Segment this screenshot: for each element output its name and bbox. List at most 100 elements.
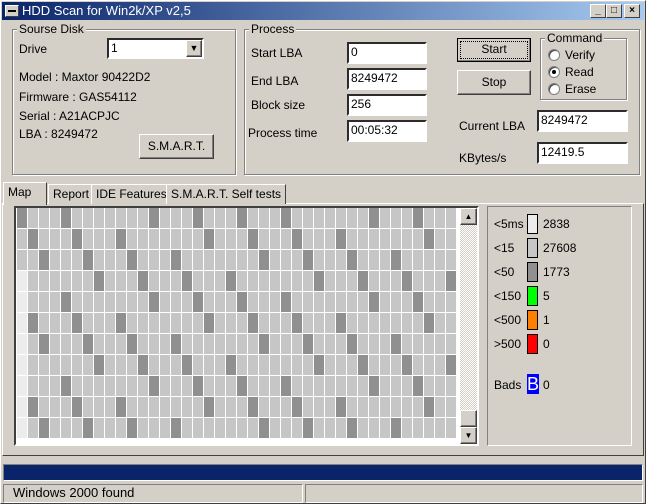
chevron-down-icon[interactable]: ▼ — [186, 40, 202, 57]
map-block — [446, 271, 456, 291]
map-block — [39, 292, 49, 312]
map-block — [127, 376, 137, 396]
map-block — [17, 271, 27, 291]
map-block — [314, 229, 324, 249]
map-block — [314, 334, 324, 354]
radio-button[interactable] — [548, 83, 560, 95]
map-block — [303, 313, 313, 333]
map-block — [204, 376, 214, 396]
radio-button[interactable] — [548, 49, 560, 61]
kbytes-field: 12419.5 — [537, 142, 628, 164]
map-block — [259, 292, 269, 312]
close-button[interactable]: × — [624, 4, 640, 18]
map-block — [435, 334, 445, 354]
map-block — [193, 355, 203, 375]
map-block — [182, 229, 192, 249]
map-block — [116, 313, 126, 333]
map-block — [369, 250, 379, 270]
tab-report[interactable]: Report — [48, 184, 95, 204]
map-block — [347, 355, 357, 375]
minimize-button[interactable]: _ — [590, 4, 606, 18]
map-block — [303, 250, 313, 270]
end-lba-input[interactable]: 8249472 — [347, 68, 427, 90]
map-block — [215, 292, 225, 312]
map-block — [171, 208, 181, 228]
smart-button[interactable]: S.M.A.R.T. — [139, 134, 214, 159]
map-block — [347, 334, 357, 354]
map-block — [292, 250, 302, 270]
map-block — [237, 418, 247, 438]
block-size-input[interactable]: 256 — [347, 94, 427, 116]
map-block — [424, 355, 434, 375]
map-block — [303, 292, 313, 312]
bads-count: 0 — [543, 378, 550, 392]
map-block — [105, 208, 115, 228]
scroll-down-icon[interactable]: ▼ — [460, 427, 477, 444]
title-bar: HDD Scan for Win2k/XP v2,5 — [2, 2, 644, 20]
tab-smart-self-tests[interactable]: S.M.A.R.T. Self tests — [166, 184, 287, 204]
maximize-button[interactable]: □ — [606, 4, 622, 18]
map-block — [138, 397, 148, 417]
map-block — [127, 250, 137, 270]
map-block — [160, 334, 170, 354]
radio-button[interactable] — [548, 66, 560, 78]
map-block — [138, 208, 148, 228]
radio-label: Read — [565, 65, 594, 79]
map-block — [314, 418, 324, 438]
start-button[interactable]: Start — [457, 38, 531, 62]
map-block — [391, 271, 401, 291]
map-block — [325, 313, 335, 333]
map-block — [402, 208, 412, 228]
map-block — [72, 334, 82, 354]
map-block — [336, 313, 346, 333]
lba-text: LBA : 8249472 — [19, 127, 98, 141]
map-block — [435, 376, 445, 396]
legend-swatch — [527, 286, 538, 306]
legend-count: 0 — [543, 337, 550, 351]
map-block — [116, 355, 126, 375]
map-block — [226, 334, 236, 354]
map-block — [325, 250, 335, 270]
map-block — [105, 292, 115, 312]
map-block — [83, 334, 93, 354]
system-menu-icon[interactable] — [5, 5, 19, 17]
scroll-thumb[interactable] — [460, 410, 477, 427]
tab-map[interactable]: Map — [3, 182, 47, 205]
scroll-up-icon[interactable]: ▲ — [460, 208, 477, 225]
map-block — [402, 313, 412, 333]
map-block — [424, 250, 434, 270]
map-block — [39, 376, 49, 396]
vertical-scrollbar[interactable]: ▲ ▼ — [460, 208, 477, 444]
map-block — [380, 418, 390, 438]
legend-label: >500 — [494, 337, 522, 351]
map-block — [83, 271, 93, 291]
map-block — [391, 334, 401, 354]
map-block — [149, 250, 159, 270]
map-block — [39, 313, 49, 333]
map-block — [94, 271, 104, 291]
map-block — [292, 355, 302, 375]
map-block — [127, 208, 137, 228]
map-block — [281, 334, 291, 354]
map-block — [237, 334, 247, 354]
map-block — [424, 376, 434, 396]
map-block — [215, 208, 225, 228]
bads-label: Bads — [494, 378, 522, 392]
drive-select[interactable]: 1 ▼ — [107, 38, 204, 59]
map-block — [292, 397, 302, 417]
map-block — [325, 397, 335, 417]
tab-ide-features[interactable]: IDE Features — [91, 184, 172, 204]
map-block — [105, 376, 115, 396]
current-lba-field: 8249472 — [537, 110, 628, 132]
map-block — [314, 250, 324, 270]
start-lba-input[interactable]: 0 — [347, 42, 427, 64]
stop-button[interactable]: Stop — [457, 70, 531, 95]
map-block — [369, 334, 379, 354]
map-block — [94, 418, 104, 438]
map-block — [105, 397, 115, 417]
bads-icon: B — [527, 374, 540, 394]
map-block — [402, 229, 412, 249]
map-block — [226, 418, 236, 438]
map-block — [292, 313, 302, 333]
map-block — [369, 376, 379, 396]
